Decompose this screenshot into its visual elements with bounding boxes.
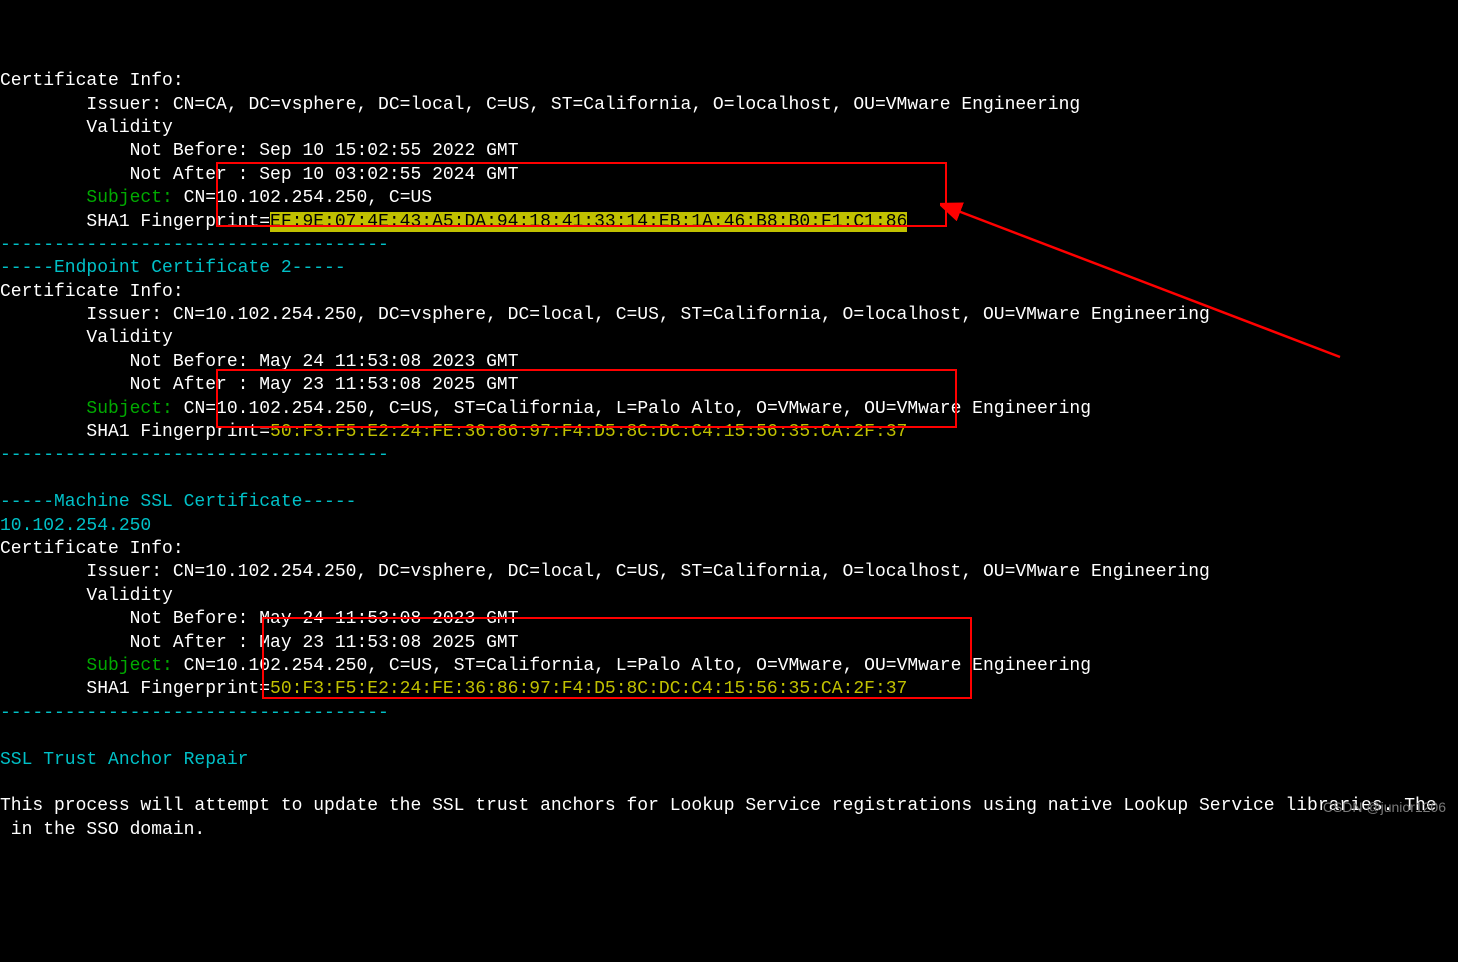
cert2-not-after: Not After : May 23 11:53:08 2025 GMT bbox=[0, 375, 519, 395]
blank-line-2 bbox=[0, 726, 11, 746]
machine-subject-line: Subject: CN=10.102.254.250, C=US, ST=Cal… bbox=[0, 656, 1091, 676]
ssl-trust-header: SSL Trust Anchor Repair bbox=[0, 750, 248, 770]
blank-line-1 bbox=[0, 469, 11, 489]
cert1-subject-label: Subject: bbox=[86, 188, 172, 208]
cert2-subject-label: Subject: bbox=[86, 399, 172, 419]
endpoint-cert-2-header: -----Endpoint Certificate 2----- bbox=[0, 258, 346, 278]
repair-text: This process will attempt to update the … bbox=[0, 796, 1437, 839]
machine-issuer-line: Issuer: CN=10.102.254.250, DC=vsphere, D… bbox=[0, 562, 1210, 582]
annotation-arrow-icon bbox=[940, 197, 1360, 367]
cert1-end-dashes: ------------------------------------ bbox=[0, 235, 389, 255]
cert1-not-before: Not Before: Sep 10 15:02:55 2022 GMT bbox=[0, 141, 519, 161]
cert1-fingerprint-line: SHA1 Fingerprint=EF:9E:07:4E:43:A5:DA:94… bbox=[0, 212, 907, 232]
machine-validity-label: Validity bbox=[0, 586, 173, 606]
cert1-fingerprint: EF:9E:07:4E:43:A5:DA:94:18:41:33:14:EB:1… bbox=[270, 212, 907, 232]
machine-ip: 10.102.254.250 bbox=[0, 516, 151, 536]
watermark: CSDN @junior1206 bbox=[1323, 798, 1446, 816]
machine-ssl-header: -----Machine SSL Certificate----- bbox=[0, 492, 356, 512]
cert1-validity-label: Validity bbox=[0, 118, 173, 138]
machine-not-after: Not After : May 23 11:53:08 2025 GMT bbox=[0, 633, 519, 653]
machine-subject-label: Subject: bbox=[86, 656, 172, 676]
cert2-end-dashes: ------------------------------------ bbox=[0, 445, 389, 465]
cert1-subject-line: Subject: CN=10.102.254.250, C=US bbox=[0, 188, 432, 208]
machine-end-dashes: ------------------------------------ bbox=[0, 703, 389, 723]
cert2-issuer-line: Issuer: CN=10.102.254.250, DC=vsphere, D… bbox=[0, 305, 1210, 325]
cert2-subject-line: Subject: CN=10.102.254.250, C=US, ST=Cal… bbox=[0, 399, 1091, 419]
cert1-info-label: Certificate Info: bbox=[0, 71, 184, 91]
cert2-fingerprint-line: SHA1 Fingerprint=50:F3:F5:E2:24:FE:36:86… bbox=[0, 422, 907, 442]
machine-not-before: Not Before: May 24 11:53:08 2023 GMT bbox=[0, 609, 519, 629]
cert2-info-label: Certificate Info: bbox=[0, 282, 184, 302]
machine-info-label: Certificate Info: bbox=[0, 539, 184, 559]
cert1-not-after: Not After : Sep 10 03:02:55 2024 GMT bbox=[0, 165, 519, 185]
machine-fingerprint-line: SHA1 Fingerprint=50:F3:F5:E2:24:FE:36:86… bbox=[0, 679, 907, 699]
terminal-output: Certificate Info: Issuer: CN=CA, DC=vsph… bbox=[0, 47, 1458, 822]
blank-line-3 bbox=[0, 773, 11, 793]
cert1-issuer-line: Issuer: CN=CA, DC=vsphere, DC=local, C=U… bbox=[0, 95, 1080, 115]
cert2-not-before: Not Before: May 24 11:53:08 2023 GMT bbox=[0, 352, 519, 372]
machine-fingerprint: 50:F3:F5:E2:24:FE:36:86:97:F4:D5:8C:DC:C… bbox=[270, 679, 907, 699]
cert2-fingerprint: 50:F3:F5:E2:24:FE:36:86:97:F4:D5:8C:DC:C… bbox=[270, 422, 907, 442]
cert2-validity-label: Validity bbox=[0, 328, 173, 348]
